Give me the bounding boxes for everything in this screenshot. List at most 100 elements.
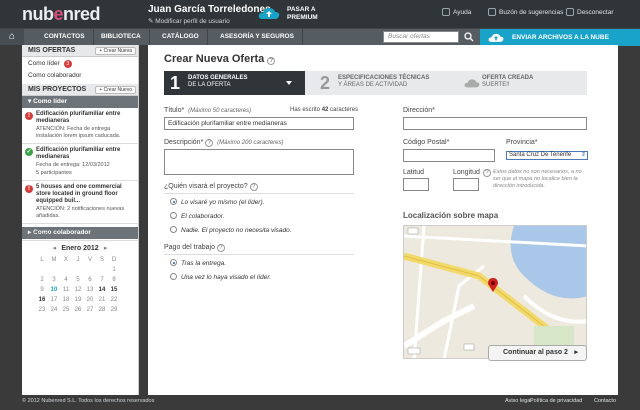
latitude-input[interactable] — [403, 178, 429, 191]
mailbox-icon — [488, 8, 496, 16]
offers-as-leader[interactable]: Como líder 3 — [22, 57, 138, 70]
privacy-link[interactable]: Política de privacidad — [530, 398, 582, 404]
main-content: Crear Nueva Oferta ? 1 DATOS GENERALES DE… — [148, 45, 618, 395]
edit-profile-link[interactable]: ✎ Modificar perfil de usuario — [148, 17, 271, 25]
calendar-grid: L M X J V S D 1 2 3 4 5 6 7 8 9 10 11 12 13 14 15 16 17 18 19 20 21… — [36, 256, 138, 314]
radio-pay-delivery[interactable]: Tras la entrega. — [170, 259, 226, 267]
calendar-day[interactable]: 2 — [36, 276, 48, 284]
help-icon[interactable]: ? — [216, 244, 225, 252]
radio-label: Una vez lo haya visado el líder. — [181, 274, 272, 281]
continue-step-2-button[interactable]: Continuar al paso 2 ▸ — [488, 345, 587, 361]
calendar-day[interactable]: 29 — [108, 306, 120, 314]
description-textarea[interactable] — [164, 149, 354, 175]
calendar-day[interactable]: 10 — [48, 286, 60, 294]
radio-who-collab[interactable]: El colaborador. — [170, 212, 224, 220]
calendar-day[interactable]: 28 — [96, 306, 108, 314]
calendar-day[interactable]: 12 — [72, 286, 84, 294]
help-icon[interactable]: ? — [205, 139, 214, 147]
title-label-text: Título* — [164, 107, 185, 114]
calendar-day[interactable]: 3 — [48, 276, 60, 284]
logout-link[interactable]: Desconectar — [566, 8, 614, 16]
calendar-day[interactable]: 22 — [108, 296, 120, 304]
search-icon[interactable] — [464, 32, 474, 42]
leader-section-toggle[interactable]: ▾ Como líder — [22, 96, 138, 108]
user-name[interactable]: Juan García Torreledones — [148, 4, 271, 15]
alert-icon: ! — [25, 112, 33, 120]
step-1[interactable]: 1 DATOS GENERALES DE LA OFERTA — [164, 71, 305, 95]
nav-asesoria[interactable]: ASESORÍA Y SEGUROS — [212, 29, 303, 45]
step-3[interactable]: OFERTA CREADA SUERTE!! — [458, 71, 587, 95]
calendar-day[interactable]: 27 — [84, 306, 96, 314]
next-month-icon[interactable]: ▸ — [101, 244, 111, 252]
calendar-day[interactable]: 19 — [72, 296, 84, 304]
calendar-day[interactable]: 14 — [96, 286, 108, 294]
step-label-sub: DE LA OFERTA — [188, 82, 231, 88]
home-icon[interactable]: ⌂ — [0, 29, 24, 45]
description-label-text: Descripción* — [164, 139, 204, 146]
help-icon[interactable]: ? — [267, 57, 276, 65]
contact-link[interactable]: Contacto — [594, 398, 616, 404]
longitude-input[interactable] — [453, 178, 479, 191]
help-link[interactable]: Ayuda — [442, 8, 471, 16]
as-leader-label: Como líder — [28, 60, 60, 67]
calendar-day[interactable]: 1 — [108, 266, 120, 274]
nav-contactos[interactable]: CONTACTOS — [36, 29, 94, 45]
radio-who-leader[interactable]: Lo visaré yo mismo (el líder). — [170, 198, 264, 206]
counter-post: caracteres — [330, 107, 359, 113]
project-item[interactable]: ! Edificación plurifamiliar entre median… — [22, 108, 138, 144]
calendar-day[interactable]: 15 — [108, 286, 120, 294]
calendar-day[interactable]: 24 — [48, 306, 60, 314]
new-project-button[interactable]: + Crear Nuevo — [95, 86, 136, 94]
nav-biblioteca[interactable]: BIBLIOTECA — [93, 29, 150, 45]
user-block: Juan García Torreledones ✎ Modificar per… — [148, 4, 271, 25]
project-title: Edificación plurifamiliar entre medianer… — [36, 111, 121, 124]
legal-link[interactable]: Aviso legal — [505, 398, 532, 404]
calendar-day[interactable]: 26 — [72, 306, 84, 314]
suggestions-link[interactable]: Buzón de sugerencias — [488, 8, 563, 16]
offers-as-collab[interactable]: Como colaborador — [22, 70, 138, 84]
step-2[interactable]: 2 ESPECIFICACIONES TÉCNICAS Y ÁREAS DE AC… — [314, 71, 454, 95]
radio-pay-visa[interactable]: Una vez lo haya visado el líder. — [170, 273, 271, 281]
month-label: Enero 2012 — [61, 245, 99, 252]
calendar-day[interactable]: 8 — [108, 276, 120, 284]
radio-label: Nadie. El proyecto no necesita visado. — [181, 227, 292, 234]
premium-link[interactable]: PASAR A PREMIUM — [287, 6, 318, 22]
calendar-day[interactable]: 23 — [36, 306, 48, 314]
new-offer-button[interactable]: + Crear Nueva — [95, 47, 136, 55]
location-map[interactable] — [403, 225, 587, 359]
project-item[interactable]: ✓ Edificación plurifamiliar entre median… — [22, 144, 138, 181]
cloud-upload-icon[interactable] — [258, 6, 280, 20]
help-icon[interactable]: ? — [483, 169, 491, 177]
cloud-upload-icon — [488, 33, 504, 42]
zip-input[interactable] — [403, 149, 495, 162]
search-input[interactable]: Buscar ofertas — [383, 31, 459, 43]
calendar-day[interactable]: 25 — [60, 306, 72, 314]
calendar-day[interactable]: 5 — [72, 276, 84, 284]
calendar-day — [60, 266, 72, 274]
calendar-day[interactable]: 9 — [36, 286, 48, 294]
project-item[interactable]: ! 5 houses and one commercial store loca… — [22, 181, 138, 224]
calendar-day[interactable]: 21 — [96, 296, 108, 304]
calendar-day[interactable]: 18 — [60, 296, 72, 304]
weekday-label: V — [87, 257, 92, 263]
logo[interactable]: nubenred — [22, 4, 101, 25]
upload-files-button[interactable]: ENVIAR ARCHIVOS A LA NUBE — [480, 29, 640, 46]
calendar-day[interactable]: 4 — [60, 276, 72, 284]
help-icon[interactable]: ? — [249, 183, 258, 191]
main-nav: ⌂ CONTACTOS BIBLIOTECA CATÁLOGO ASESORÍA… — [0, 28, 640, 46]
calendar-day[interactable]: 13 — [84, 286, 96, 294]
title-input[interactable]: Edificación plurifamiliar entre medianer… — [164, 117, 354, 130]
calendar-day — [72, 266, 84, 274]
province-select[interactable]: Santa Cruz De Tenerife ⇕ — [506, 151, 588, 160]
who-label: ¿Quién visará el proyecto? ? — [164, 183, 258, 191]
radio-who-none[interactable]: Nadie. El proyecto no necesita visado. — [170, 226, 292, 234]
address-input[interactable] — [403, 117, 587, 130]
calendar-day[interactable]: 17 — [48, 296, 60, 304]
calendar-day[interactable]: 6 — [84, 276, 96, 284]
calendar-day[interactable]: 20 — [84, 296, 96, 304]
calendar-day[interactable]: 7 — [96, 276, 108, 284]
calendar-day[interactable]: 11 — [60, 286, 72, 294]
prev-month-icon[interactable]: ◂ — [49, 244, 59, 252]
nav-catalogo[interactable]: CATÁLOGO — [154, 29, 208, 45]
calendar-day[interactable]: 16 — [36, 296, 48, 304]
